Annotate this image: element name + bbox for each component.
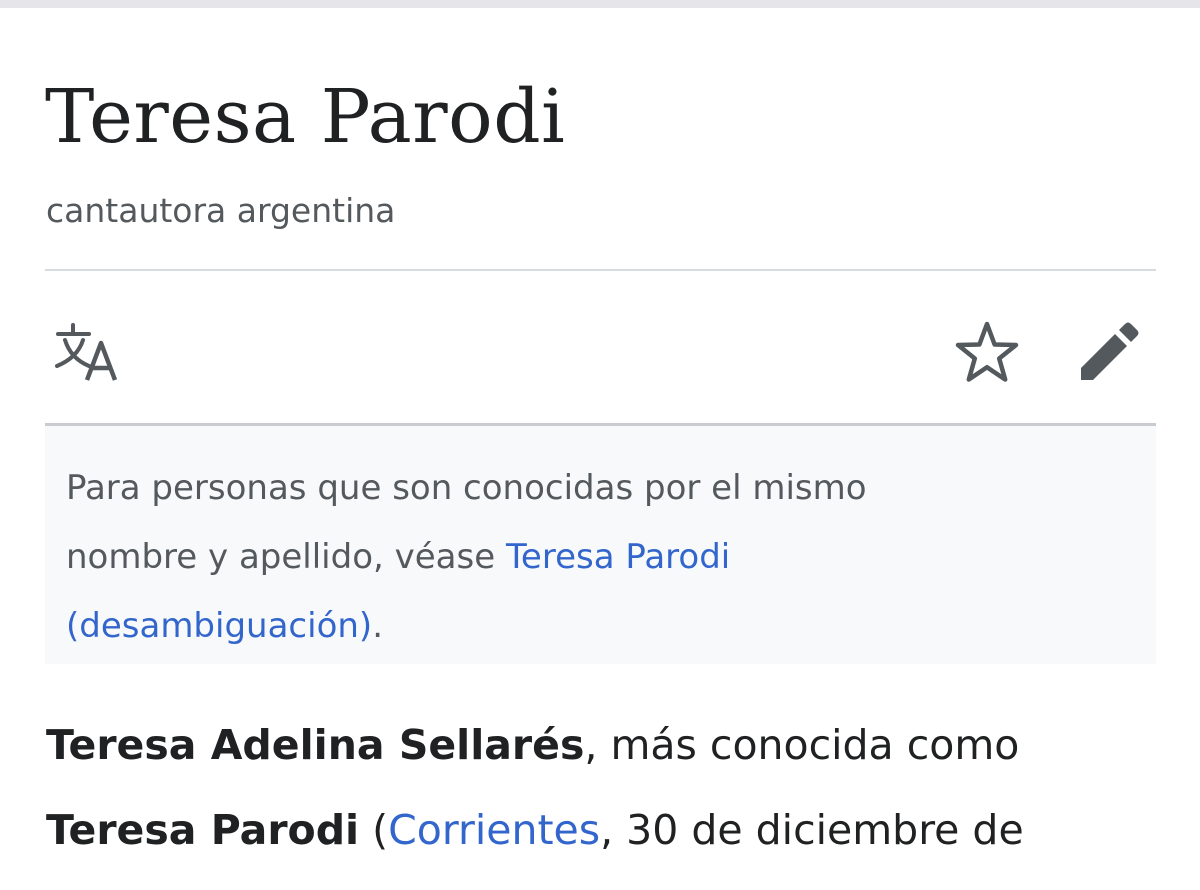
lead-text-3: , 30 de diciembre de (600, 806, 1024, 854)
page-actions-toolbar (45, 300, 1156, 400)
star-outline-icon (955, 321, 1019, 382)
page-title: Teresa Parodi (45, 74, 566, 160)
translate-icon (55, 323, 118, 381)
disambiguation-link-part2[interactable]: (desambiguación) (66, 606, 372, 646)
top-strip (0, 0, 1200, 8)
watch-button[interactable] (949, 314, 1025, 390)
lead-paragraph: Teresa Adelina Sellarés, más conocida co… (46, 703, 1166, 873)
page-description: cantautora argentina (46, 191, 396, 230)
lead-bold-alias: Teresa Parodi (46, 806, 360, 854)
edit-button[interactable] (1071, 314, 1147, 390)
hatnote-trailing: . (372, 606, 383, 646)
birthplace-link[interactable]: Corrientes (388, 806, 600, 854)
hatnote-text-line2: nombre y apellido, véase (66, 537, 506, 577)
pencil-icon (1081, 322, 1139, 380)
lead-text-1: , más conocida como (584, 721, 1020, 769)
language-button[interactable] (50, 314, 126, 390)
disambiguation-link-part1[interactable]: Teresa Parodi (506, 537, 730, 577)
lead-text-2: ( (359, 806, 389, 854)
title-divider (45, 269, 1156, 271)
disambiguation-hatnote: Para personas que son conocidas por el m… (45, 423, 1156, 664)
hatnote-text-line1: Para personas que son conocidas por el m… (66, 468, 867, 508)
lead-bold-name: Teresa Adelina Sellarés (46, 721, 585, 769)
